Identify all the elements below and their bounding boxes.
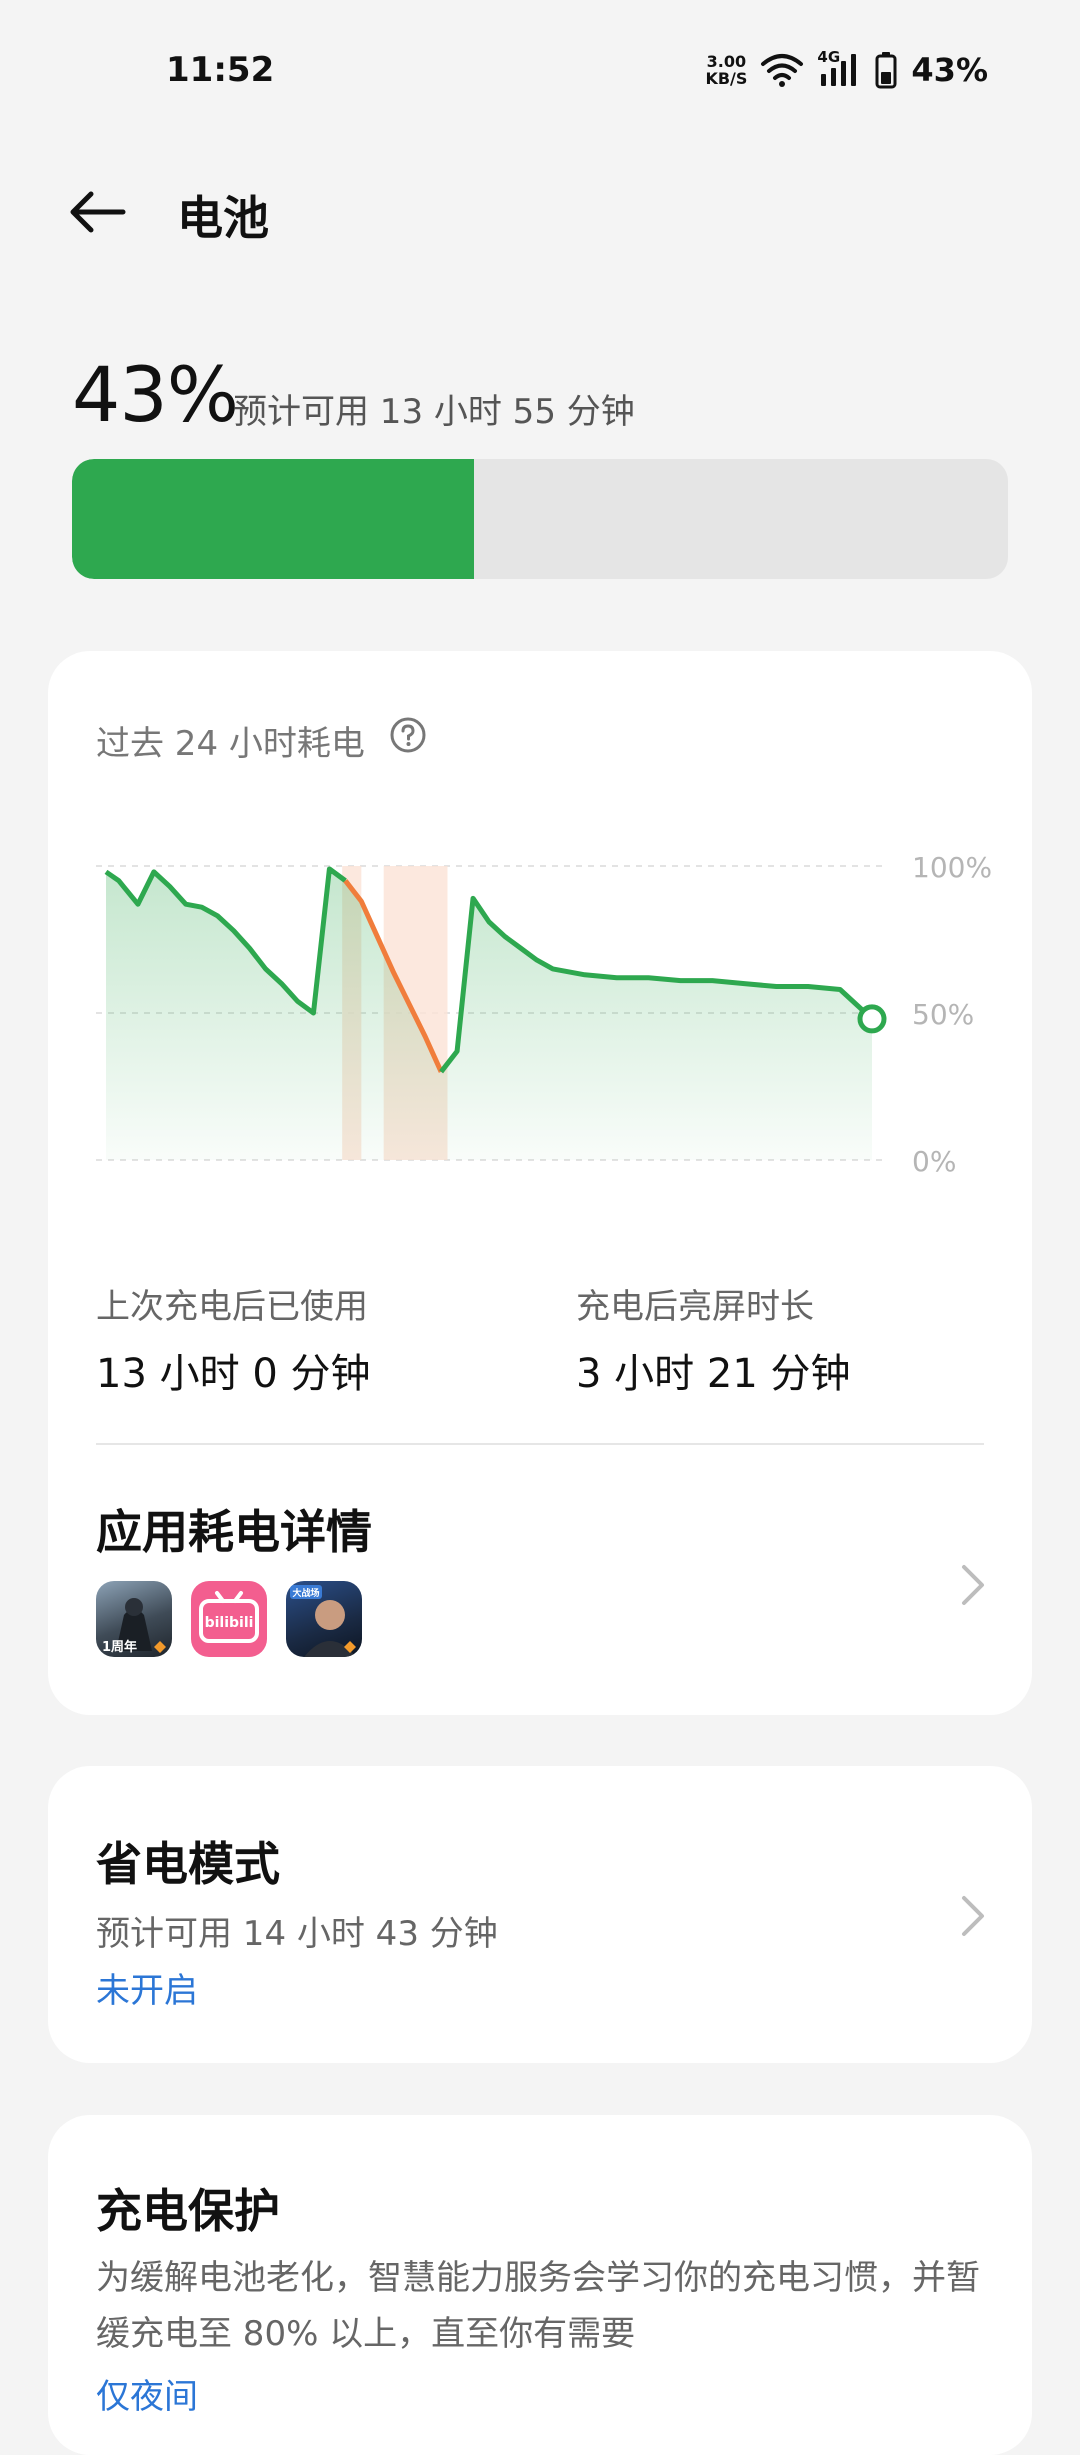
app-badge: 1周年: [102, 1639, 137, 1655]
app-badge: 大战场: [292, 1587, 319, 1599]
charge-protection-card[interactable]: 充电保护 为缓解电池老化，智慧能力服务会学习你的充电习惯，并暂缓充电至 80% …: [48, 2115, 1032, 2455]
back-arrow-icon: [70, 191, 126, 233]
bilibili-app-icon: bilibili: [191, 1581, 267, 1657]
chart-current-point: [857, 1004, 887, 1034]
status-icons: 3.00 KB/S 4G 43%: [705, 48, 988, 92]
wifi-icon: [761, 54, 804, 87]
power-saving-card[interactable]: 省电模式 预计可用 14 小时 43 分钟 未开启: [48, 1766, 1032, 2063]
chart-area: [106, 868, 872, 1160]
battery-progress-bar: [72, 459, 1008, 579]
network-speed-value: 3.00: [706, 52, 747, 71]
status-bar: 11:52 3.00 KB/S 4G 43%: [0, 0, 1080, 140]
screen-on-value: 3 小时 21 分钟: [576, 1351, 851, 1397]
usage-title: 过去 24 小时耗电: [96, 724, 365, 764]
charge-protection-status: 仅夜间: [96, 2377, 198, 2417]
since-charge-value: 13 小时 0 分钟: [96, 1351, 371, 1397]
battery-status-icon: [875, 52, 897, 89]
game-app-icon-2: 大战场: [286, 1581, 362, 1657]
network-speed-unit: KB/S: [705, 69, 748, 88]
chart-y-tick: 0%: [912, 1145, 956, 1178]
screen-on-label: 充电后亮屏时长: [576, 1287, 814, 1327]
battery-usage-chart: 100%50%0% 12:0016:0020:0000:0004:0008:00…: [96, 851, 992, 1178]
chevron-right-icon: [962, 1565, 984, 1605]
app-usage-details-row[interactable]: 应用耗电详情 1周年 bilibili 大战场: [48, 1451, 1032, 1715]
app-name: bilibili: [205, 1615, 254, 1631]
battery-progress-fill: [72, 459, 475, 579]
help-icon[interactable]: [389, 716, 427, 754]
cellular-signal-icon: 4G: [817, 48, 863, 88]
battery-usage-card: 过去 24 小时耗电 100%50%0% 12:0016:0020:0000:0…: [48, 651, 1032, 1715]
chart-y-tick: 50%: [912, 998, 974, 1031]
network-speed: 3.00 KB/S: [705, 53, 747, 87]
status-time: 11:52: [166, 50, 275, 90]
charge-protection-description: 为缓解电池老化，智慧能力服务会学习你的充电习惯，并暂缓充电至 80% 以上，直至…: [96, 2258, 980, 2354]
app-usage-title: 应用耗电详情: [96, 1505, 372, 1559]
battery-level: 43%: [72, 350, 239, 439]
chart-y-tick: 100%: [912, 851, 992, 884]
divider: [96, 1443, 984, 1445]
since-charge-label: 上次充电后已使用: [96, 1287, 368, 1327]
charge-protection-title: 充电保护: [96, 2184, 280, 2238]
power-saving-title: 省电模式: [96, 1837, 280, 1891]
battery-estimate: 预计可用 13 小时 55 分钟: [233, 392, 635, 432]
back-button[interactable]: [62, 180, 132, 244]
battery-percent: 43%: [911, 51, 988, 89]
game-app-icon: 1周年: [96, 1581, 172, 1657]
power-saving-estimate: 预计可用 14 小时 43 分钟: [96, 1914, 498, 1954]
power-saving-status: 未开启: [96, 1971, 198, 2011]
chevron-right-icon: [962, 1896, 984, 1936]
page-title: 电池: [177, 191, 269, 245]
